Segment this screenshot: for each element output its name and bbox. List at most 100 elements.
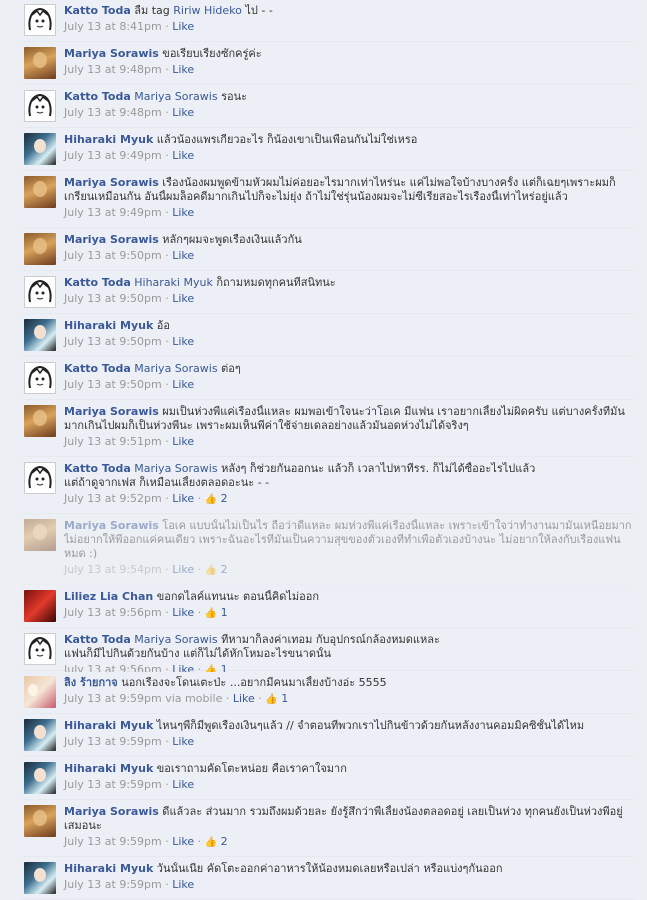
like-button[interactable]: Like [172,149,194,162]
thumbs-up-icon[interactable]: 👍 [205,837,217,848]
comment-author[interactable]: Katto Toda [64,362,131,375]
comment-timestamp[interactable]: July 13 at 9:48pm [64,63,162,76]
like-button[interactable]: Like [172,378,194,391]
avatar[interactable] [24,519,56,551]
like-count[interactable]: 2 [221,835,228,848]
comment-text: เรื่องน้องผมพูดข้ามหัวผมไม่ค่อยอะไรมากเท… [162,176,616,189]
avatar[interactable] [24,719,56,751]
like-button[interactable]: Like [172,606,194,619]
comment-row: Katto Toda Mariya Sorawis ต่อๆ July 13 at… [20,358,635,400]
comment-author[interactable]: Katto Toda [64,462,131,475]
like-count[interactable]: 1 [281,692,288,705]
comment-timestamp[interactable]: July 13 at 9:51pm [64,435,162,448]
comment-author[interactable]: Mariya Sorawis [64,47,159,60]
comment-timestamp[interactable]: July 13 at 9:50pm [64,292,162,305]
thumbs-up-icon[interactable]: 👍 [205,565,217,576]
comment-row: Katto Toda Hiharaki Myuk ก็ถามหมดทุกคนที… [20,272,635,314]
like-button[interactable]: Like [172,249,194,262]
avatar[interactable] [24,90,56,122]
like-button[interactable]: Like [172,492,194,505]
avatar[interactable] [24,862,56,894]
like-button[interactable]: Like [172,435,194,448]
comment-author[interactable]: Katto Toda [64,4,131,17]
via-mobile-label[interactable]: via mobile [165,692,222,705]
like-button[interactable]: Like [172,563,194,576]
tagged-user-link[interactable]: Mariya Sorawis [134,362,217,375]
comment-text: ดีแล้วละ ส่วนมาก รวมถึงผมด้วยละ ยังรู้สึ… [162,805,623,818]
avatar[interactable] [24,362,56,394]
comment-timestamp[interactable]: July 13 at 9:49pm [64,149,162,162]
comment-author[interactable]: Mariya Sorawis [64,176,159,189]
comment-author[interactable]: Mariya Sorawis [64,233,159,246]
like-count[interactable]: 1 [221,606,228,619]
comment-timestamp[interactable]: July 13 at 9:59pm [64,735,162,748]
tagged-user-link[interactable]: Ririw Hideko [173,4,242,17]
comment-author[interactable]: Mariya Sorawis [64,519,159,532]
comment-timestamp[interactable]: July 13 at 9:59pm [64,878,162,891]
avatar[interactable] [24,462,56,494]
like-button[interactable]: Like [172,63,194,76]
comment-row: Katto Toda Mariya Sorawis รอนะ July 13 at… [20,86,635,128]
comment-row: Mariya Sorawis ดีแล้วละ ส่วนมาก รวมถึงผม… [20,801,635,857]
like-button[interactable]: Like [233,692,255,705]
comment-author[interactable]: Katto Toda [64,90,131,103]
comment-timestamp[interactable]: July 13 at 9:48pm [64,106,162,119]
thumbs-up-icon[interactable]: 👍 [205,608,217,619]
like-button[interactable]: Like [172,778,194,791]
avatar[interactable] [24,319,56,351]
comment-row: Mariya Sorawis ขอเรียบเรียงซักครู่ค่ะ Jul… [20,43,635,85]
comment-timestamp[interactable]: July 13 at 9:50pm [64,335,162,348]
comment-row: Liliez Lia Chan ขอกดไลค์แทนนะ ตอนนี้คิดไ… [20,586,635,628]
like-button[interactable]: Like [172,206,194,219]
avatar[interactable] [24,233,56,265]
like-button[interactable]: Like [172,878,194,891]
comment-author[interactable]: Katto Toda [64,276,131,289]
like-button[interactable]: Like [172,835,194,848]
tagged-user-link[interactable]: Mariya Sorawis [134,90,217,103]
tagged-user-link[interactable]: Mariya Sorawis [134,633,217,646]
comment-timestamp[interactable]: July 13 at 9:59pm [64,835,162,848]
avatar[interactable] [24,805,56,837]
comment-author[interactable]: Mariya Sorawis [64,805,159,818]
like-button[interactable]: Like [172,20,194,33]
comment-timestamp[interactable]: July 13 at 9:59pm [64,692,162,705]
avatar[interactable] [24,405,56,437]
comment-text: ไหนๆพี่ก็มีพูดเรื่องเงินๆแล้ว // จำตอนที… [156,719,585,732]
avatar[interactable] [24,4,56,36]
comment-timestamp[interactable]: July 13 at 9:49pm [64,206,162,219]
avatar[interactable] [24,176,56,208]
tagged-user-link[interactable]: Hiharaki Myuk [134,276,213,289]
comment-author[interactable]: Katto Toda [64,633,131,646]
like-count[interactable]: 2 [221,563,228,576]
thumbs-up-icon[interactable]: 👍 [265,694,277,705]
avatar[interactable] [24,133,56,165]
avatar[interactable] [24,47,56,79]
tagged-user-link[interactable]: Mariya Sorawis [134,462,217,475]
comment-author[interactable]: ลิง ร้ายกาจ [64,676,118,689]
comment-timestamp[interactable]: July 13 at 9:52pm [64,492,162,505]
avatar[interactable] [24,676,56,708]
comment-author[interactable]: Mariya Sorawis [64,405,159,418]
comment-timestamp[interactable]: July 13 at 9:50pm [64,249,162,262]
comment-timestamp[interactable]: July 13 at 9:56pm [64,606,162,619]
comment-author[interactable]: Hiharaki Myuk [64,862,153,875]
like-count[interactable]: 2 [221,492,228,505]
comment-author[interactable]: Hiharaki Myuk [64,762,153,775]
avatar[interactable] [24,633,56,665]
comment-author[interactable]: Hiharaki Myuk [64,719,153,732]
like-button[interactable]: Like [172,735,194,748]
comment-timestamp[interactable]: July 13 at 9:59pm [64,778,162,791]
avatar[interactable] [24,762,56,794]
like-button[interactable]: Like [172,335,194,348]
comment-author[interactable]: Liliez Lia Chan [64,590,153,603]
comment-timestamp[interactable]: July 13 at 9:50pm [64,378,162,391]
comment-timestamp[interactable]: July 13 at 9:54pm [64,563,162,576]
comment-timestamp[interactable]: July 13 at 8:41pm [64,20,162,33]
comment-author[interactable]: Hiharaki Myuk [64,319,153,332]
like-button[interactable]: Like [172,106,194,119]
avatar[interactable] [24,276,56,308]
thumbs-up-icon[interactable]: 👍 [205,494,217,505]
avatar[interactable] [24,590,56,622]
comment-author[interactable]: Hiharaki Myuk [64,133,153,146]
like-button[interactable]: Like [172,292,194,305]
